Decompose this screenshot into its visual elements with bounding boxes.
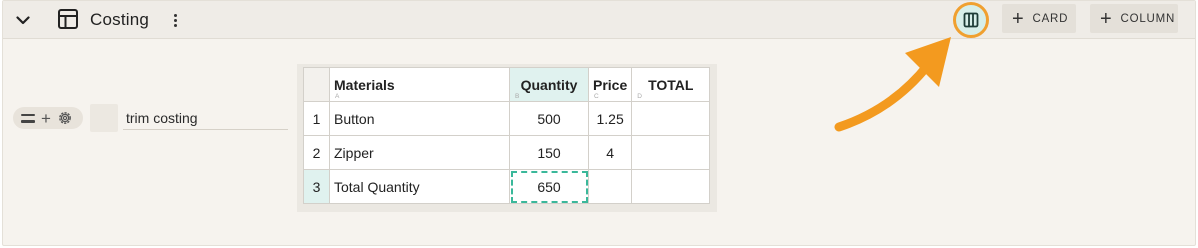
table-cell[interactable]: Total Quantity <box>329 169 510 204</box>
spreadsheet: Materials A Quantity B Price C TOTAL D 1 <box>303 67 711 204</box>
column-header-label: Quantity <box>520 76 578 93</box>
column-header-label: Price <box>593 76 628 93</box>
panel-title: Costing <box>90 10 150 29</box>
table-cell[interactable] <box>587 169 633 204</box>
columns-icon[interactable] <box>953 2 989 38</box>
column-header[interactable]: Materials A <box>329 67 510 102</box>
table-cell[interactable]: 1.25 <box>587 101 633 136</box>
table-cell[interactable]: 500 <box>509 101 589 136</box>
row-color-swatch[interactable] <box>90 104 118 132</box>
add-card-button[interactable]: + CARD <box>1002 4 1076 33</box>
table-row: 2 Zipper 150 4 <box>303 135 711 170</box>
panel-header: Costing + CARD + COLUMN <box>3 1 1195 39</box>
table-cell[interactable]: Button <box>329 101 510 136</box>
chevron-down-icon[interactable] <box>13 10 33 30</box>
row-number[interactable]: 1 <box>303 101 330 136</box>
corner-cell[interactable] <box>303 67 330 102</box>
table-row: 1 Button 500 1.25 <box>303 101 711 136</box>
add-card-label: CARD <box>1032 12 1069 25</box>
table-layout-icon <box>57 8 79 30</box>
column-header[interactable]: Quantity B <box>509 67 589 102</box>
selected-cell[interactable]: 650 <box>509 169 589 204</box>
spreadsheet-card: Materials A Quantity B Price C TOTAL D 1 <box>297 64 717 212</box>
table-cell[interactable] <box>631 135 711 170</box>
column-header-label: TOTAL <box>648 76 694 93</box>
column-header[interactable]: Price C <box>587 67 633 102</box>
column-letter: B <box>515 93 520 100</box>
annotation-arrow-icon <box>834 37 951 132</box>
row-name-field[interactable]: trim costing <box>123 108 288 130</box>
table-cell[interactable] <box>631 101 711 136</box>
row-number[interactable]: 2 <box>303 135 330 170</box>
add-column-label: COLUMN <box>1120 12 1176 25</box>
column-header[interactable]: TOTAL D <box>631 67 711 102</box>
table-cell[interactable] <box>631 169 711 204</box>
column-letter: A <box>335 93 340 100</box>
table-cell[interactable]: Zipper <box>329 135 510 170</box>
plus-icon: + <box>1100 7 1113 30</box>
costing-panel: Costing + CARD + COLUMN + trim costing M… <box>2 0 1196 246</box>
column-letter: C <box>594 93 599 100</box>
table-row: 3 Total Quantity 650 <box>303 169 711 204</box>
column-letter: D <box>637 93 642 100</box>
plus-icon[interactable]: + <box>41 110 51 127</box>
drag-handle-icon[interactable] <box>21 113 35 123</box>
gear-icon[interactable] <box>57 110 73 126</box>
column-header-label: Materials <box>334 76 395 93</box>
add-column-button[interactable]: + COLUMN <box>1090 4 1178 33</box>
more-vertical-icon[interactable] <box>168 10 182 30</box>
plus-icon: + <box>1012 7 1025 30</box>
table-cell[interactable]: 150 <box>509 135 589 170</box>
row-controls: + <box>13 107 83 129</box>
table-cell[interactable]: 4 <box>587 135 633 170</box>
row-number[interactable]: 3 <box>303 169 330 204</box>
